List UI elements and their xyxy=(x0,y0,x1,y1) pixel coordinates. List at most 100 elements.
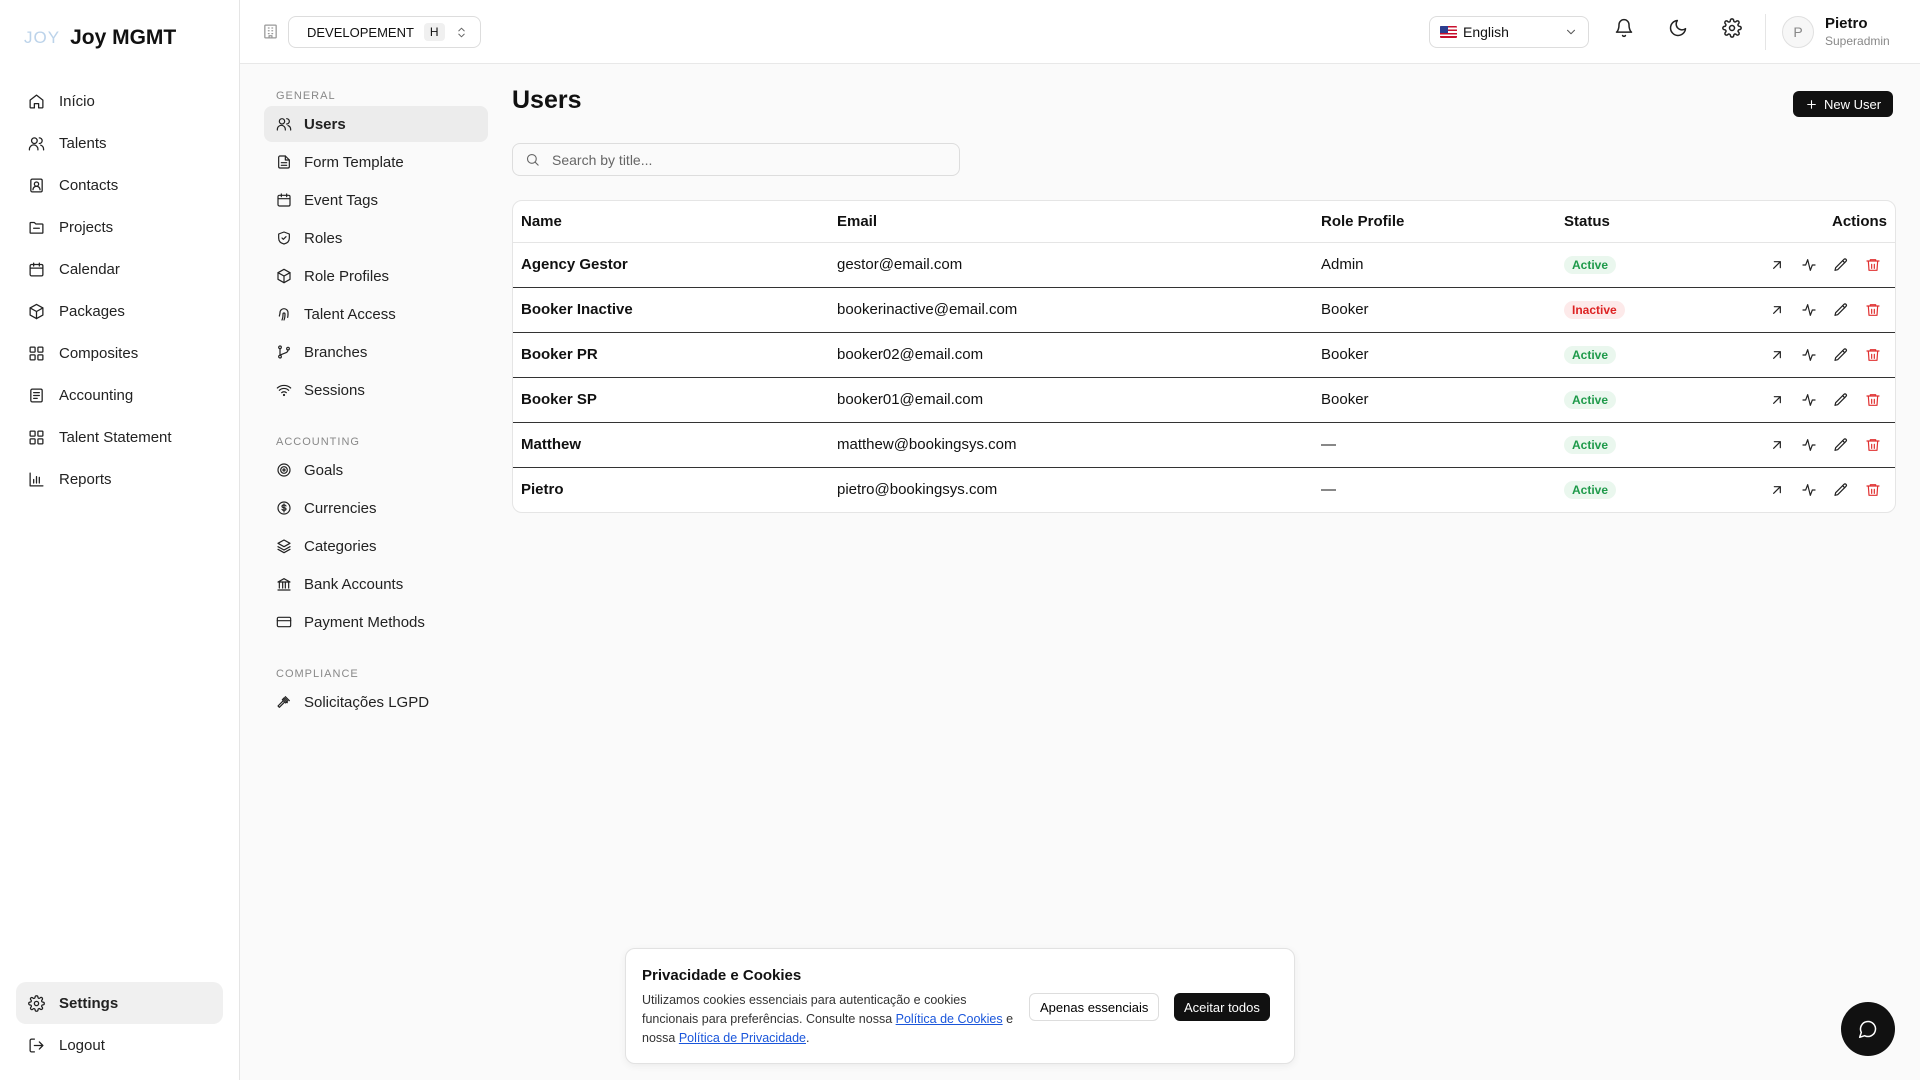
subnav-item-users[interactable]: Users xyxy=(264,106,488,142)
package-icon xyxy=(28,303,45,320)
column-header-role-profile[interactable]: Role Profile xyxy=(1313,201,1556,243)
sidebar-item-projects[interactable]: Projects xyxy=(16,206,223,248)
user-name[interactable]: Pietro xyxy=(1825,15,1868,32)
privacy-policy-link[interactable]: Política de Privacidade xyxy=(679,1031,806,1045)
activity-icon[interactable] xyxy=(1801,482,1817,498)
brand-logo[interactable]: JOY Joy MGMT xyxy=(24,26,176,50)
sidebar-item-inicio[interactable]: Início xyxy=(16,80,223,122)
edit-pencil-icon[interactable] xyxy=(1833,392,1849,408)
delete-trash-icon[interactable] xyxy=(1865,302,1881,318)
column-header-email[interactable]: Email xyxy=(829,201,1313,243)
subnav-item-payment-methods[interactable]: Payment Methods xyxy=(264,604,488,640)
table-row[interactable]: Agency Gestor gestor@email.com Admin Active xyxy=(513,242,1895,287)
cell-actions xyxy=(1731,421,1895,467)
us-flag-icon xyxy=(1440,26,1457,38)
search-box[interactable] xyxy=(512,143,960,176)
delete-trash-icon[interactable] xyxy=(1865,437,1881,453)
subnav-item-branches[interactable]: Branches xyxy=(264,334,488,370)
cookie-policy-link[interactable]: Política de Cookies xyxy=(896,1012,1003,1026)
subnav-item-roles[interactable]: Roles xyxy=(264,220,488,256)
subnav-item-goals[interactable]: Goals xyxy=(264,452,488,488)
gear-icon[interactable] xyxy=(1722,18,1742,38)
activity-icon[interactable] xyxy=(1801,437,1817,453)
sidebar-item-logout[interactable]: Logout xyxy=(16,1024,223,1066)
cell-actions xyxy=(1731,466,1895,512)
moon-icon[interactable] xyxy=(1668,18,1688,38)
calendar-icon xyxy=(28,261,45,278)
subnav-item-event-tags[interactable]: Event Tags xyxy=(264,182,488,218)
delete-trash-icon[interactable] xyxy=(1865,482,1881,498)
cell-status: Active xyxy=(1556,331,1731,377)
open-external-icon[interactable] xyxy=(1769,482,1785,498)
activity-icon[interactable] xyxy=(1801,392,1817,408)
table-row[interactable]: Booker SP booker01@email.com Booker Active xyxy=(513,376,1895,422)
shield-icon xyxy=(276,230,292,246)
subnav-item-label: Currencies xyxy=(304,499,377,517)
cookie-text: Utilizamos cookies essenciais para auten… xyxy=(642,991,1022,1048)
table-row[interactable]: Booker Inactive bookerinactive@email.com B… xyxy=(513,286,1895,332)
delete-trash-icon[interactable] xyxy=(1865,392,1881,408)
edit-pencil-icon[interactable] xyxy=(1833,347,1849,363)
sidebar-item-talents[interactable]: Talents xyxy=(16,122,223,164)
table-row[interactable]: Booker PR booker02@email.com Booker Active xyxy=(513,331,1895,377)
subnav-item-categories[interactable]: Categories xyxy=(264,528,488,564)
users-icon xyxy=(28,135,45,152)
bell-icon[interactable] xyxy=(1614,18,1634,38)
cell-status: Inactive xyxy=(1556,286,1731,332)
sidebar-item-packages[interactable]: Packages xyxy=(16,290,223,332)
essential-only-button[interactable]: Apenas essenciais xyxy=(1029,993,1160,1021)
home-icon xyxy=(28,93,45,110)
avatar[interactable]: P xyxy=(1782,16,1814,48)
sidebar-item-composites[interactable]: Composites xyxy=(16,332,223,374)
edit-pencil-icon[interactable] xyxy=(1833,482,1849,498)
sidebar-item-accounting[interactable]: Accounting xyxy=(16,374,223,416)
open-external-icon[interactable] xyxy=(1769,257,1785,273)
subnav-item-form-template[interactable]: Form Template xyxy=(264,144,488,180)
grid-icon xyxy=(28,429,45,446)
sidebar-item-label: Contacts xyxy=(59,176,119,194)
edit-pencil-icon[interactable] xyxy=(1833,437,1849,453)
table-row[interactable]: Matthew matthew@bookingsys.com — Active xyxy=(513,421,1895,467)
open-external-icon[interactable] xyxy=(1769,437,1785,453)
sidebar-item-label: Projects xyxy=(59,218,114,236)
open-external-icon[interactable] xyxy=(1769,392,1785,408)
activity-icon[interactable] xyxy=(1801,302,1817,318)
sidebar-item-label: Calendar xyxy=(59,260,120,278)
subnav-item-lgpd[interactable]: Solicitações LGPD xyxy=(264,684,488,720)
cell-role-profile: — xyxy=(1313,421,1556,467)
activity-icon[interactable] xyxy=(1801,347,1817,363)
sidebar-item-settings[interactable]: Settings xyxy=(16,982,223,1024)
edit-pencil-icon[interactable] xyxy=(1833,257,1849,273)
column-header-status[interactable]: Status xyxy=(1556,201,1731,243)
chat-bubble-icon xyxy=(1858,1019,1878,1039)
sidebar-item-contacts[interactable]: Contacts xyxy=(16,164,223,206)
accept-all-button[interactable]: Aceitar todos xyxy=(1174,993,1270,1021)
column-header-name[interactable]: Name xyxy=(513,201,829,243)
calendar-icon xyxy=(276,192,292,208)
cell-role-profile: — xyxy=(1313,466,1556,512)
delete-trash-icon[interactable] xyxy=(1865,257,1881,273)
fingerprint-icon xyxy=(276,306,292,322)
edit-pencil-icon[interactable] xyxy=(1833,302,1849,318)
new-user-button[interactable]: New User xyxy=(1793,91,1894,117)
table-row[interactable]: Pietro pietro@bookingsys.com — Active xyxy=(513,466,1895,512)
language-select[interactable]: English xyxy=(1429,16,1589,48)
environment-select[interactable]: DEVELOPEMENT H xyxy=(288,16,481,48)
cell-actions xyxy=(1731,242,1895,287)
delete-trash-icon[interactable] xyxy=(1865,347,1881,363)
sidebar-item-talent-statement[interactable]: Talent Statement xyxy=(16,416,223,458)
subnav-item-bank-accounts[interactable]: Bank Accounts xyxy=(264,566,488,602)
activity-icon[interactable] xyxy=(1801,257,1817,273)
subnav-item-role-profiles[interactable]: Role Profiles xyxy=(264,258,488,294)
chat-button[interactable] xyxy=(1841,1002,1895,1056)
search-input[interactable] xyxy=(552,151,932,168)
cell-name: Matthew xyxy=(513,421,829,467)
sidebar-item-reports[interactable]: Reports xyxy=(16,458,223,500)
cell-status: Active xyxy=(1556,242,1731,287)
subnav-item-talent-access[interactable]: Talent Access xyxy=(264,296,488,332)
subnav-item-sessions[interactable]: Sessions xyxy=(264,372,488,408)
subnav-item-currencies[interactable]: Currencies xyxy=(264,490,488,526)
sidebar-item-calendar[interactable]: Calendar xyxy=(16,248,223,290)
open-external-icon[interactable] xyxy=(1769,302,1785,318)
open-external-icon[interactable] xyxy=(1769,347,1785,363)
